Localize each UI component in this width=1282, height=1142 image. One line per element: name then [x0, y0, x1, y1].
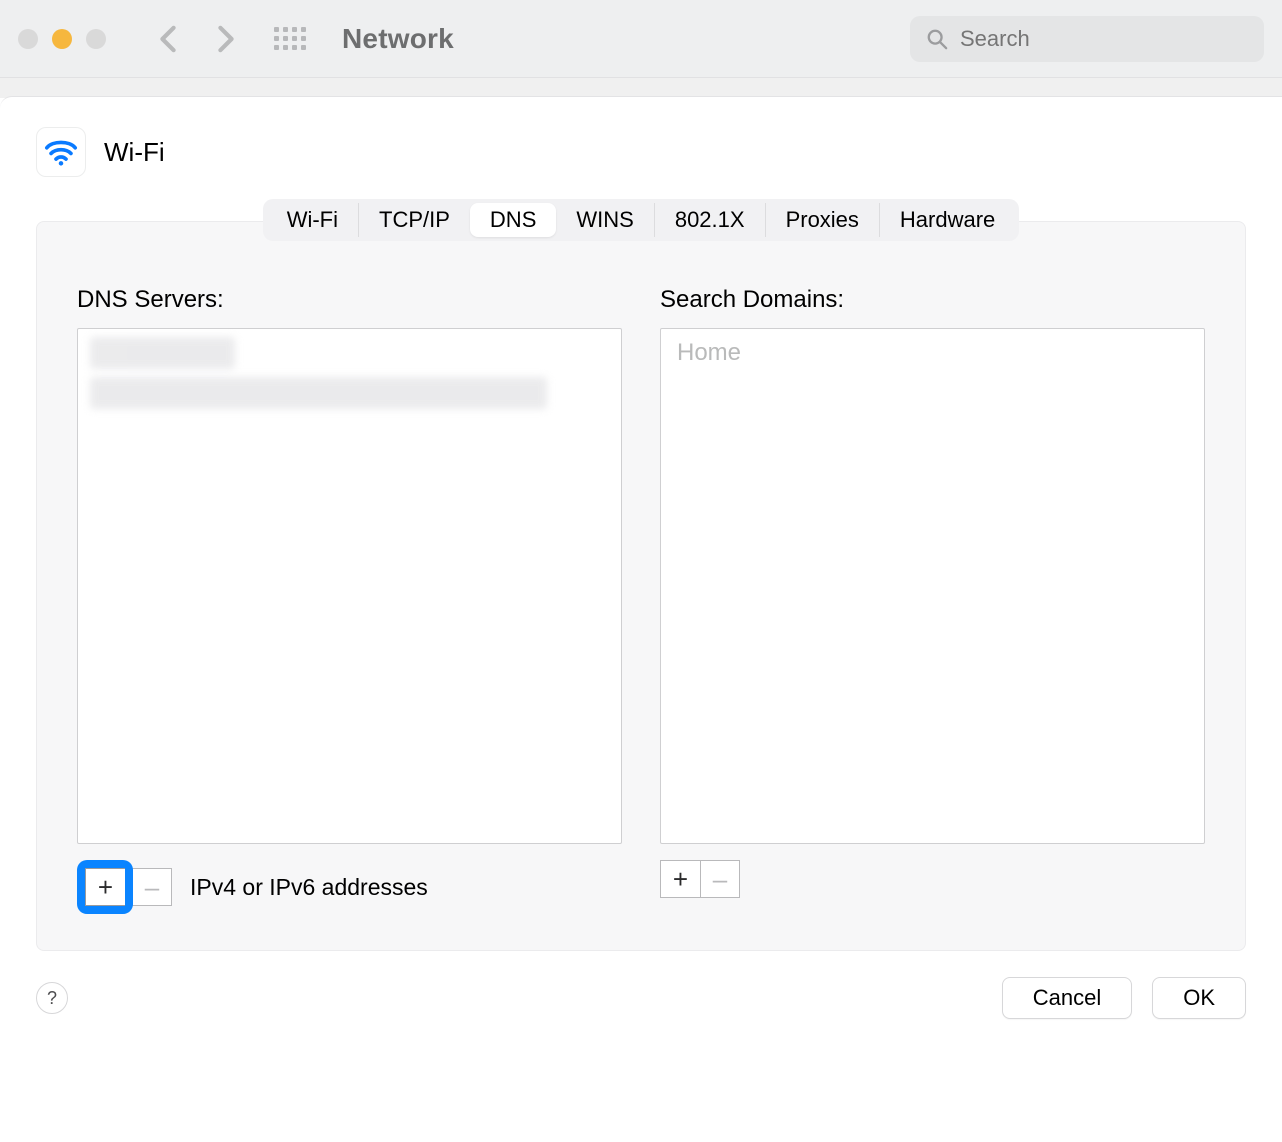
remove-dns-server-button[interactable]: – [132, 868, 172, 906]
forward-button[interactable] [202, 17, 250, 61]
back-button[interactable] [144, 17, 192, 61]
remove-search-domain-button[interactable]: – [700, 860, 740, 898]
window-close-button[interactable] [18, 29, 38, 49]
dns-server-item-redacted [90, 337, 235, 369]
dns-servers-column: DNS Servers: + – IPv4 or IPv6 addresses [77, 286, 622, 914]
bottom-controls: ? Cancel OK [0, 951, 1282, 1019]
window-title: Network [342, 23, 454, 55]
connection-header: Wi-Fi [0, 107, 1282, 189]
tab-tcp-ip[interactable]: TCP/IP [359, 203, 470, 237]
help-button[interactable]: ? [36, 982, 68, 1014]
add-dns-server-button[interactable]: + [85, 868, 125, 906]
add-dns-highlight: + [77, 860, 133, 914]
toolbar: Network [0, 0, 1282, 78]
tab-wi-fi[interactable]: Wi-Fi [267, 203, 359, 237]
dns-servers-list[interactable] [77, 328, 622, 844]
tab-hardware[interactable]: Hardware [880, 203, 1015, 237]
search-icon [926, 28, 948, 50]
dns-servers-label: DNS Servers: [77, 286, 622, 314]
search-box[interactable] [910, 16, 1264, 62]
sheet: Wi-Fi Wi-FiTCP/IPDNSWINS802.1XProxiesHar… [0, 96, 1282, 1019]
wifi-icon [36, 127, 86, 177]
dns-server-item-redacted [90, 377, 547, 409]
window-minimize-button[interactable] [52, 29, 72, 49]
dns-footer-hint: IPv4 or IPv6 addresses [190, 874, 428, 901]
traffic-lights [18, 29, 106, 49]
search-input[interactable] [960, 26, 1248, 52]
cancel-button[interactable]: Cancel [1002, 977, 1132, 1019]
search-domains-column: Search Domains: Home + – [660, 286, 1205, 914]
ok-button[interactable]: OK [1152, 977, 1246, 1019]
add-search-domain-button[interactable]: + [660, 860, 700, 898]
search-domain-item[interactable]: Home [673, 337, 1192, 369]
search-domains-label: Search Domains: [660, 286, 1205, 314]
settings-panel: DNS Servers: + – IPv4 or IPv6 addresses [36, 221, 1246, 951]
search-domains-footer: + – [660, 860, 1205, 898]
window-zoom-button[interactable] [86, 29, 106, 49]
grid-icon [274, 27, 306, 50]
tab-dns[interactable]: DNS [470, 203, 556, 237]
tab-802-1x[interactable]: 802.1X [655, 203, 766, 237]
tab-wins[interactable]: WINS [556, 203, 654, 237]
search-domains-list[interactable]: Home [660, 328, 1205, 844]
show-all-button[interactable] [266, 17, 314, 61]
tabs: Wi-FiTCP/IPDNSWINS802.1XProxiesHardware [263, 199, 1020, 241]
tab-proxies[interactable]: Proxies [766, 203, 880, 237]
connection-name: Wi-Fi [104, 137, 165, 168]
dns-servers-footer: + – IPv4 or IPv6 addresses [77, 860, 622, 914]
